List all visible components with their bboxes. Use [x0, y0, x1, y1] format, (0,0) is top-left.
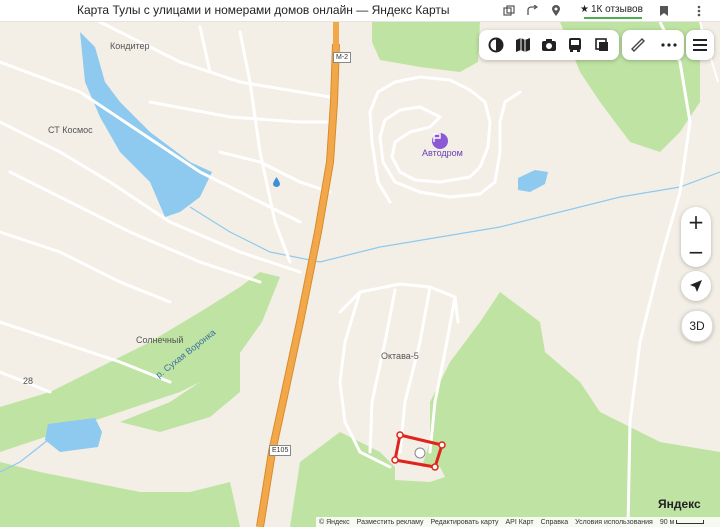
page-title: Карта Тулы с улицами и номерами домов он… [77, 3, 450, 17]
map-icon[interactable] [512, 34, 534, 56]
zoom-control: + − [681, 207, 711, 267]
layers-icon[interactable] [485, 34, 507, 56]
bookmark-icon[interactable] [655, 2, 673, 20]
menu-icon [693, 39, 707, 51]
api-link[interactable]: API Карт [505, 519, 533, 526]
label-oktava[interactable]: Октава-5 [381, 351, 419, 361]
map-footer: © Яндекс Разместить рекламу Редактироват… [316, 517, 720, 527]
tools-toolbar [622, 30, 684, 60]
3d-label: 3D [689, 319, 705, 333]
zoom-in-button[interactable]: + [681, 207, 711, 237]
route-icon[interactable] [523, 2, 541, 20]
label-konditer[interactable]: Кондитер [110, 41, 150, 51]
route-shield-m2: М-2 [333, 52, 352, 63]
scale-label: 90 м [659, 518, 675, 526]
scale-bar: 90 м [660, 519, 705, 526]
help-link[interactable]: Справка [541, 519, 568, 526]
ruler-icon[interactable] [627, 34, 649, 56]
poi-autodrom-icon[interactable] [432, 133, 448, 149]
title-bar: Карта Тулы с улицами и номерами домов он… [0, 0, 720, 22]
geolocation-button[interactable] [681, 271, 711, 301]
location-pin-icon[interactable] [547, 2, 565, 20]
panorama-icon[interactable] [538, 34, 560, 56]
map-svg [0, 22, 720, 527]
rating-bar [584, 17, 642, 19]
navigation-arrow-icon [690, 280, 702, 292]
more-vertical-icon[interactable] [690, 2, 708, 20]
zoom-out-button[interactable]: − [681, 237, 711, 267]
yandex-logo: Яндекс [658, 497, 701, 511]
reviews-label: 1К отзывов [590, 3, 643, 15]
label-house-28: 28 [23, 376, 34, 386]
3d-button[interactable]: 3D [681, 310, 713, 342]
poi-autodrom-label[interactable]: Автодром [422, 148, 463, 158]
edit-map-link[interactable]: Редактировать карту [431, 519, 499, 526]
share-icon[interactable] [500, 2, 518, 20]
star-icon: ★ [580, 3, 589, 15]
scale-line [676, 520, 705, 524]
map-canvas[interactable]: Кондитер СТ Космос Солнечный Октава-5 28… [0, 22, 720, 527]
map-layers-toolbar [479, 30, 619, 60]
copyright: © Яндекс [319, 518, 350, 526]
terms-link[interactable]: Условия использования [575, 519, 653, 526]
transit-icon[interactable] [564, 34, 586, 56]
label-st-kosmos[interactable]: СТ Космос [48, 125, 93, 135]
route-shield-e105: E105 [269, 445, 292, 456]
label-solnechny[interactable]: Солнечный [136, 335, 183, 345]
traffic-icon[interactable] [591, 34, 613, 56]
menu-button[interactable] [686, 30, 714, 60]
plot-marker[interactable] [385, 427, 450, 472]
advertise-link[interactable]: Разместить рекламу [357, 519, 424, 526]
more-icon[interactable] [658, 34, 680, 56]
reviews-link[interactable]: ★ 1К отзывов [580, 2, 644, 16]
